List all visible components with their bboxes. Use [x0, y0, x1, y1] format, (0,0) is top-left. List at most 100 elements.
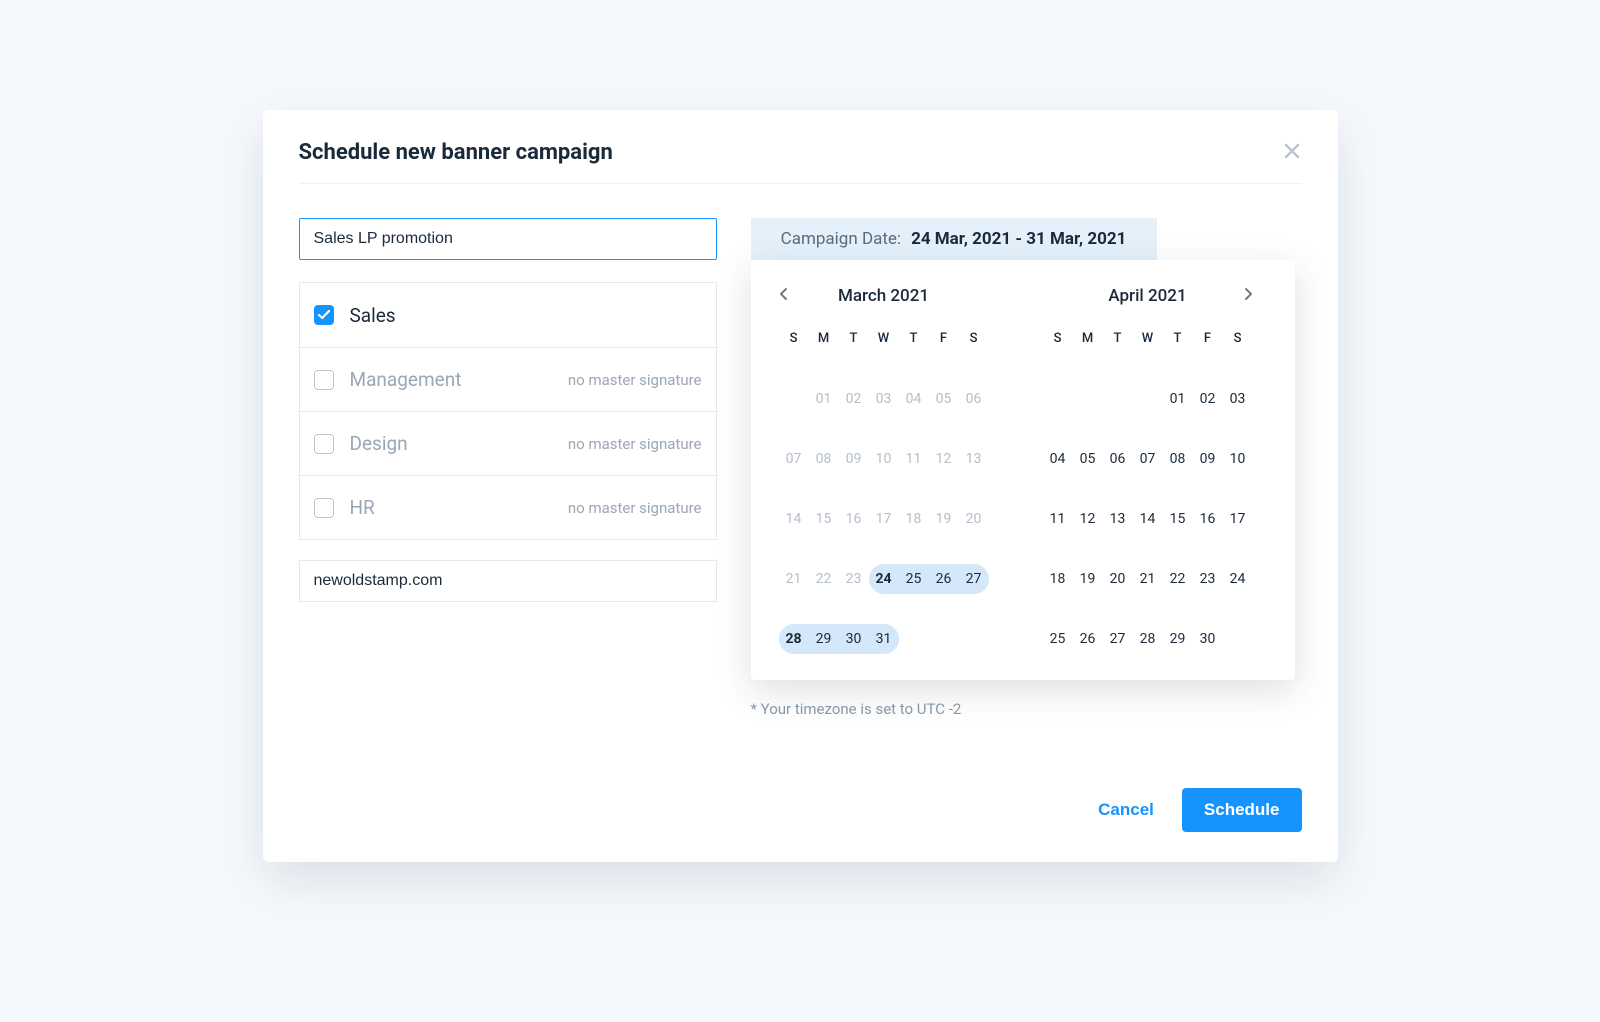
calendar-dow: T — [839, 324, 869, 354]
calendar-dow: T — [1163, 324, 1193, 354]
calendar-day[interactable]: 20 — [959, 504, 989, 534]
calendar-day[interactable]: 30 — [839, 624, 869, 654]
calendar-dow: W — [869, 324, 899, 354]
department-row[interactable]: HRno master signature — [300, 475, 716, 539]
calendar-day[interactable]: 31 — [869, 624, 899, 654]
calendar-day[interactable]: 20 — [1103, 564, 1133, 594]
calendar-day[interactable]: 16 — [839, 504, 869, 534]
cancel-button[interactable]: Cancel — [1098, 800, 1154, 820]
calendar-dow: W — [1133, 324, 1163, 354]
calendar-card: March 2021 SMTWTFS0102030405060708091011… — [751, 260, 1295, 680]
schedule-button[interactable]: Schedule — [1182, 788, 1302, 832]
calendar-day[interactable]: 25 — [899, 564, 929, 594]
calendar-day[interactable]: 01 — [809, 384, 839, 414]
calendar-blank — [779, 384, 809, 414]
campaign-url-input[interactable] — [299, 560, 717, 602]
calendar-day[interactable]: 12 — [929, 444, 959, 474]
calendar-next-icon[interactable] — [1243, 286, 1253, 306]
left-column: SalesManagementno master signatureDesign… — [299, 218, 717, 718]
calendar-dow: F — [1193, 324, 1223, 354]
department-checkbox[interactable] — [314, 434, 334, 454]
calendar-day[interactable]: 22 — [1163, 564, 1193, 594]
calendar-prev-icon[interactable] — [779, 286, 789, 306]
calendar-day[interactable]: 14 — [779, 504, 809, 534]
department-checkbox[interactable] — [314, 498, 334, 518]
calendar-left: March 2021 SMTWTFS0102030405060708091011… — [779, 282, 989, 654]
department-label: Sales — [350, 304, 396, 327]
department-checkbox[interactable] — [314, 305, 334, 325]
campaign-name-input[interactable] — [299, 218, 717, 260]
calendar-day[interactable]: 08 — [1163, 444, 1193, 474]
calendar-day[interactable]: 08 — [809, 444, 839, 474]
department-row[interactable]: Sales — [300, 283, 716, 347]
calendar-day[interactable]: 29 — [1163, 624, 1193, 654]
calendar-day[interactable]: 13 — [959, 444, 989, 474]
calendar-day[interactable]: 24 — [1223, 564, 1253, 594]
calendar-day[interactable]: 22 — [809, 564, 839, 594]
calendar-day[interactable]: 25 — [1043, 624, 1073, 654]
calendar-day[interactable]: 02 — [839, 384, 869, 414]
calendar-day[interactable]: 07 — [779, 444, 809, 474]
right-column: Campaign Date: 24 Mar, 2021 - 31 Mar, 20… — [751, 218, 1302, 718]
calendar-day[interactable]: 29 — [809, 624, 839, 654]
calendar-day[interactable]: 18 — [899, 504, 929, 534]
calendar-day[interactable]: 02 — [1193, 384, 1223, 414]
department-row[interactable]: Designno master signature — [300, 411, 716, 475]
calendar-day[interactable]: 17 — [1223, 504, 1253, 534]
calendar-day[interactable]: 30 — [1193, 624, 1223, 654]
calendar-day[interactable]: 03 — [1223, 384, 1253, 414]
calendar-day[interactable]: 10 — [869, 444, 899, 474]
calendar-day[interactable]: 04 — [1043, 444, 1073, 474]
calendar-day[interactable]: 19 — [929, 504, 959, 534]
calendar-day[interactable]: 11 — [899, 444, 929, 474]
calendar-day[interactable]: 09 — [839, 444, 869, 474]
timezone-note: * Your timezone is set to UTC -2 — [751, 700, 1302, 718]
calendar-day[interactable]: 05 — [929, 384, 959, 414]
modal-footer: Cancel Schedule — [299, 788, 1302, 832]
calendar-day[interactable]: 14 — [1133, 504, 1163, 534]
calendar-day[interactable]: 21 — [779, 564, 809, 594]
calendar-day[interactable]: 06 — [1103, 444, 1133, 474]
department-row[interactable]: Managementno master signature — [300, 347, 716, 411]
campaign-date-label: Campaign Date: — [781, 229, 901, 249]
calendar-blank — [1043, 384, 1073, 414]
calendar-day[interactable]: 26 — [1073, 624, 1103, 654]
calendar-dow: M — [1073, 324, 1103, 354]
calendar-day[interactable]: 03 — [869, 384, 899, 414]
calendar-day[interactable]: 17 — [869, 504, 899, 534]
calendar-day[interactable]: 10 — [1223, 444, 1253, 474]
calendar-day[interactable]: 06 — [959, 384, 989, 414]
calendar-day[interactable]: 05 — [1073, 444, 1103, 474]
department-label: Management — [350, 368, 462, 391]
calendar-day[interactable]: 27 — [1103, 624, 1133, 654]
calendar-day[interactable]: 01 — [1163, 384, 1193, 414]
calendar-day[interactable]: 23 — [1193, 564, 1223, 594]
calendar-day[interactable]: 24 — [869, 564, 899, 594]
calendar-dow: T — [1103, 324, 1133, 354]
calendar-day[interactable]: 16 — [1193, 504, 1223, 534]
calendar-day[interactable]: 28 — [1133, 624, 1163, 654]
calendar-day[interactable]: 07 — [1133, 444, 1163, 474]
calendar-day[interactable]: 04 — [899, 384, 929, 414]
calendar-day[interactable]: 12 — [1073, 504, 1103, 534]
calendar-dow: M — [809, 324, 839, 354]
department-checkbox[interactable] — [314, 370, 334, 390]
calendar-day[interactable]: 09 — [1193, 444, 1223, 474]
department-note: no master signature — [568, 499, 702, 517]
calendar-day[interactable]: 27 — [959, 564, 989, 594]
schedule-campaign-modal: Schedule new banner campaign Sales Manage… — [263, 110, 1338, 862]
calendar-day[interactable]: 28 — [779, 624, 809, 654]
calendar-day[interactable]: 15 — [1163, 504, 1193, 534]
modal-title: Schedule new banner campaign — [299, 140, 613, 165]
close-icon[interactable] — [1282, 141, 1302, 165]
calendar-day[interactable]: 18 — [1043, 564, 1073, 594]
calendar-day[interactable]: 21 — [1133, 564, 1163, 594]
calendar-day[interactable]: 11 — [1043, 504, 1073, 534]
calendar-day[interactable]: 13 — [1103, 504, 1133, 534]
calendar-blank — [1073, 384, 1103, 414]
calendar-day[interactable]: 26 — [929, 564, 959, 594]
calendar-day[interactable]: 15 — [809, 504, 839, 534]
calendar-day[interactable]: 19 — [1073, 564, 1103, 594]
department-label: Design — [350, 432, 408, 455]
calendar-day[interactable]: 23 — [839, 564, 869, 594]
